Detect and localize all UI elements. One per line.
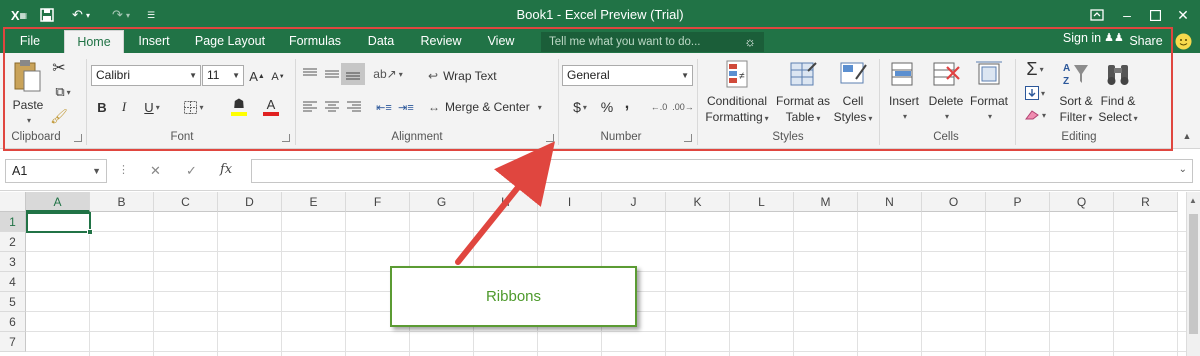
fill-handle[interactable] — [87, 229, 93, 235]
column-header-r[interactable]: R — [1114, 192, 1178, 212]
row-header-5[interactable]: 5 — [0, 292, 26, 312]
more-options-icon[interactable]: ⋮ — [118, 163, 129, 176]
smiley-icon[interactable] — [1172, 30, 1194, 53]
collapse-ribbon-icon[interactable]: ▲ — [1180, 129, 1194, 143]
row-header-6[interactable]: 6 — [0, 312, 26, 332]
maximize-icon[interactable] — [1144, 4, 1166, 26]
column-header-h[interactable]: H — [474, 192, 538, 212]
expand-formula-icon[interactable]: ⌄ — [1179, 164, 1187, 175]
column-header-l[interactable]: L — [730, 192, 794, 212]
column-header-d[interactable]: D — [218, 192, 282, 212]
ribbon-highlight-box — [3, 27, 1173, 151]
name-box[interactable]: A1 ▼ — [5, 159, 107, 183]
column-header-m[interactable]: M — [794, 192, 858, 212]
ribbons-callout: Ribbons — [390, 266, 637, 327]
column-header-f[interactable]: F — [346, 192, 410, 212]
formula-input[interactable]: ⌄ — [251, 159, 1193, 183]
confirm-entry-icon[interactable]: ✓ — [186, 163, 197, 179]
column-header-o[interactable]: O — [922, 192, 986, 212]
column-header-k[interactable]: K — [666, 192, 730, 212]
vertical-scrollbar[interactable]: ▲ — [1186, 192, 1200, 356]
column-header-g[interactable]: G — [410, 192, 474, 212]
column-header-i[interactable]: I — [538, 192, 602, 212]
ribbon-display-options-icon[interactable] — [1086, 4, 1108, 26]
column-header-p[interactable]: P — [986, 192, 1050, 212]
row-header-1[interactable]: 1 — [0, 212, 26, 232]
scroll-up-icon[interactable]: ▲ — [1189, 196, 1197, 205]
column-header-e[interactable]: E — [282, 192, 346, 212]
row-header-3[interactable]: 3 — [0, 252, 26, 272]
column-header-c[interactable]: C — [154, 192, 218, 212]
close-icon[interactable]: ✕ — [1172, 4, 1194, 26]
column-header-b[interactable]: B — [90, 192, 154, 212]
active-cell[interactable] — [26, 212, 93, 235]
minimize-icon[interactable]: – — [1116, 4, 1138, 26]
column-header-j[interactable]: J — [602, 192, 666, 212]
row-header-4[interactable]: 4 — [0, 272, 26, 292]
title-bar: X ▦ ↶ ▾ ↷ ▾ ☰ Book1 - Excel Preview (Trial)… — [0, 0, 1200, 30]
column-header-n[interactable]: N — [858, 192, 922, 212]
select-all-corner[interactable] — [0, 192, 26, 212]
scroll-thumb[interactable] — [1189, 214, 1198, 334]
cancel-entry-icon[interactable]: ✕ — [150, 163, 161, 179]
formula-bar: A1 ▼ ⋮ ✕ ✓ fx ⌄ — [0, 151, 1200, 191]
insert-function-icon[interactable]: fx — [220, 162, 232, 177]
column-header-a[interactable]: A — [26, 192, 90, 212]
row-header-7[interactable]: 7 — [0, 332, 26, 352]
window-title: Book1 - Excel Preview (Trial) — [516, 7, 684, 22]
column-header-q[interactable]: Q — [1050, 192, 1114, 212]
row-header-2[interactable]: 2 — [0, 232, 26, 252]
